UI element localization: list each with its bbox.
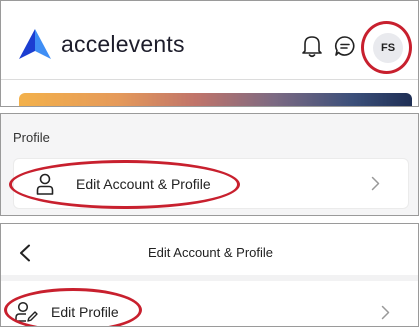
edit-account-profile-label: Edit Account & Profile [76,176,211,192]
user-edit-icon[interactable] [15,301,39,323]
nav-divider [1,275,418,281]
brand-name: accelevents [61,31,185,57]
bell-icon[interactable] [301,34,323,58]
header-divider [1,79,418,80]
user-avatar[interactable]: FS [373,33,403,63]
chevron-right-icon[interactable] [381,305,390,320]
nav-title: Edit Account & Profile [147,245,273,260]
event-banner-image [19,93,412,106]
chat-bubble-icon[interactable] [334,35,356,57]
app-header-panel: accelevents FS [0,0,419,107]
edit-account-profile-row[interactable]: Edit Account & Profile [13,158,409,209]
accelevents-logo-icon[interactable] [17,29,53,59]
user-icon [36,173,54,195]
chevron-right-icon [371,176,380,191]
section-title-profile: Profile [13,130,50,145]
profile-menu-panel: Profile Edit Account & Profile [0,113,419,216]
edit-account-panel: Edit Account & Profile Edit Profile [0,223,419,327]
edit-profile-label[interactable]: Edit Profile [51,304,119,320]
